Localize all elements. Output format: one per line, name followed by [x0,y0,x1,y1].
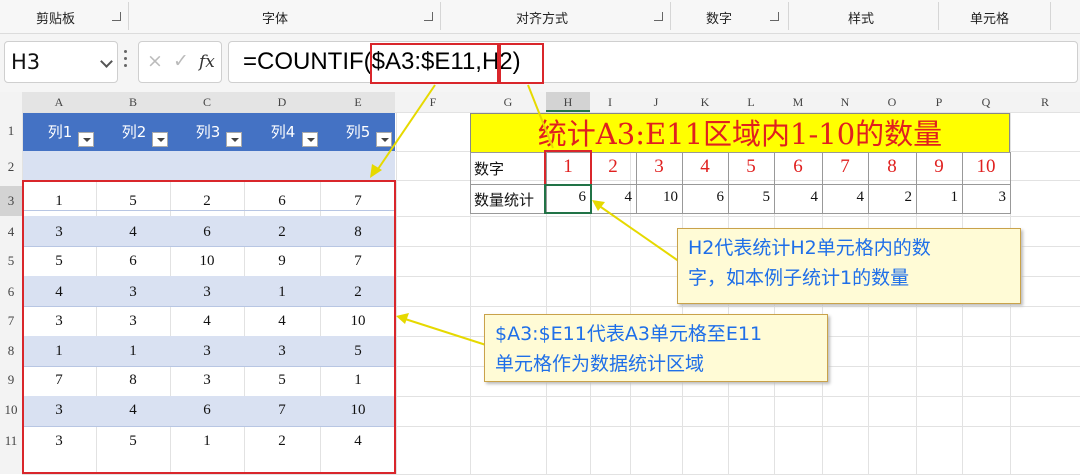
arrow-line [375,84,436,173]
arrow-line [527,84,554,149]
note-range: $A3:$E11代表A3单元格至E11 单元格作为数据统计区域 [484,314,828,382]
note-criteria: H2代表统计H2单元格内的数 字，如本例子统计1的数量 [677,228,1021,304]
arrow-line [597,204,681,263]
arrow-line [401,317,487,346]
note-line: $A3:$E11代表A3单元格至E11 [495,323,763,345]
note-line: H2代表统计H2单元格内的数 [688,237,931,259]
note-line: 单元格作为数据统计区域 [495,353,705,375]
note-line: 字，如本例子统计1的数量 [688,267,910,289]
arrowhead-icon [396,313,409,324]
